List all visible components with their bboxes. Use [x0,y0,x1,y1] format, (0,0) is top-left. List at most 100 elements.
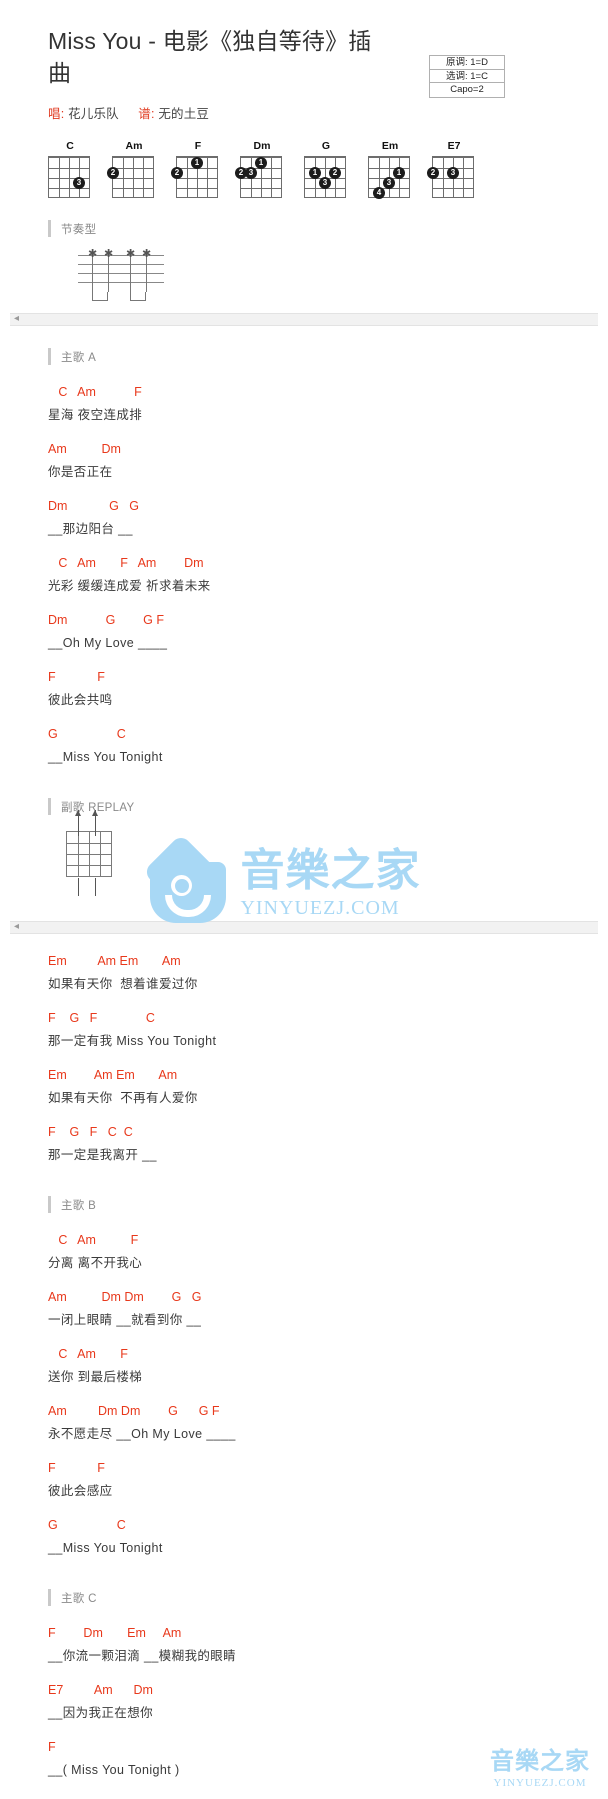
finger-dot: 2 [427,167,439,180]
lyric-line: __Miss You Tonight [48,750,163,765]
chord-line: C Am F [48,1233,139,1248]
chord-diagram-g: G 123 [304,140,348,199]
chord-diagram-am: Am 2 [107,140,156,199]
fretboard-grid: 23 [427,156,474,199]
lyric-line: 如果有天你 想着谁爱过你 [48,977,198,992]
finger-dot: 2 [329,167,341,180]
lyric-line: 光彩 缓缓连成爱 祈求着未来 [48,579,211,594]
fretboard-grid: 134 [368,156,410,200]
section-accent-bar [48,1196,51,1214]
chorus-strum-diagram [0,810,608,897]
finger-dot: 4 [373,187,385,200]
chord-line: F G F C [48,1011,155,1026]
finger-dot: 3 [447,167,459,180]
lyric-line: 送你 到最后楼梯 [48,1370,143,1385]
lyric-line: __那边阳台 __ [48,522,133,537]
chord-line: Am Dm [48,442,121,457]
lyric-line: 彼此会共鸣 [48,693,113,708]
finger-dot: 1 [309,167,321,180]
chord-line: F [48,1740,56,1755]
finger-dot: 3 [383,177,395,190]
byline: 唱: 花儿乐队 谱: 无的土豆 [48,103,560,122]
selected-key-row: 选调: 1=C [430,70,504,83]
chord-line: F F [48,1461,105,1476]
lyric-line: __( Miss You Tonight ) [48,1763,180,1778]
rhythm-pattern: ✱ ✱ ✱ ✱ [0,237,608,302]
lyric-line: 星海 夜空连成排 [48,408,143,423]
chord-diagram-strip: C 3 Am 2 F 2 1 Dm 2 3 1 G 1 2 3 Em 1 3 4 E7 2 3 [0,122,608,200]
chord-name: Am [125,140,143,153]
chord-line: Em Am Em Am [48,1068,178,1083]
lyrics-verse-a: C Am F 星海 夜空连成排 Am Dm 你是否正在 Dm G G __那边阳台 __ … [0,365,608,768]
chord-line: Dm G G [48,499,139,514]
chord-line: F Dm Em Am [48,1626,182,1641]
chord-line: Am Dm Dm G G [48,1290,202,1305]
header: Miss You - 电影《独自等待》插曲 唱: 花儿乐队 谱: 无的土豆 原调… [0,0,608,122]
strum-arrow-up-2 [92,810,98,837]
singer-tag: 唱: [48,107,65,122]
chord-line: C Am F [48,1347,128,1362]
fretboard-grid: 231 [235,156,282,199]
chord-name: Em [381,140,399,153]
section-label-verse-a: 主歌 A [0,348,608,366]
chord-line: F F [48,670,105,685]
horizontal-scrollbar-1[interactable] [10,313,598,327]
chord-line: E7 Am Dm [48,1683,153,1698]
fretboard-grid: 2 [107,156,154,199]
chord-name: G [321,140,331,153]
lyrics-verse-b: C Am F 分离 离不开我心 Am Dm Dm G G 一闭上眼睛 __就看到你 _… [0,1213,608,1559]
section-title: 主歌 A [61,351,97,364]
lyric-line: __Miss You Tonight [48,1541,163,1556]
lyric-line: 你是否正在 [48,465,113,480]
chord-diagram-e7: E7 2 3 [427,140,476,199]
rhythm-staff: ✱ ✱ ✱ ✱ [78,248,164,302]
section-label-verse-b: 主歌 B [0,1196,608,1214]
finger-dot: 1 [191,157,203,170]
chord-diagram-c: C3 [48,140,92,199]
chord-diagram-f: F 21 [171,140,220,199]
lyric-line: __Oh My Love ____ [48,636,168,651]
lyric-line: 分离 离不开我心 [48,1256,143,1271]
singer-name: 花儿乐队 [68,107,119,122]
watermark-en: YINYUEZJ.COM [240,896,400,919]
chord-line: G C [48,1518,126,1533]
finger-dot: 2 [107,167,119,180]
fretboard-grid: 21 [171,156,218,199]
section-title: 节奏型 [61,223,97,236]
finger-dot: 2 [171,167,183,180]
strum-arrow-up-1 [75,810,81,837]
lyrics-verse-c: F Dm Em Am __你流一颗泪滴 __模糊我的眼睛 E7 Am Dm __因为我… [0,1606,608,1781]
lyrics-chorus: Em Am Em Am 如果有天你 想着谁爱过你 F G F C 那一定有我 Miss… [0,934,608,1166]
lyric-line: 那一定是我离开 __ [48,1148,157,1163]
chord-line: C Am F Am Dm [48,556,204,571]
section-title: 主歌 B [61,1199,97,1212]
lyric-line: 彼此会感应 [48,1484,113,1499]
section-accent-bar [48,798,51,816]
finger-dot: 1 [393,167,405,180]
fretboard-grid: 3 [48,156,90,199]
fretboard-grid: 123 [304,156,346,199]
finger-dot: 3 [245,167,257,180]
original-key-row: 原调: 1=D [430,56,504,70]
section-accent-bar [48,1589,51,1607]
chord-line: Em Am Em Am [48,954,181,969]
mini-fretboard [66,810,112,897]
key-info-box: 原调: 1=D 选调: 1=C Capo=2 [429,55,505,98]
horizontal-scrollbar-2[interactable] [10,921,598,935]
finger-dot: 1 [255,157,267,170]
chord-line: C Am F [48,385,142,400]
chord-line: Am Dm Dm G G F [48,1404,220,1419]
finger-dot: 3 [319,177,331,190]
section-accent-bar [48,348,51,366]
chord-line: F G F C C [48,1125,133,1140]
section-title: 主歌 C [61,1592,97,1605]
chord-diagram-em: Em 1 3 4 [368,140,412,200]
chord-line: Dm G G F [48,613,164,628]
chord-diagram-dm: Dm 2 3 1 [235,140,284,199]
section-label-verse-c: 主歌 C [0,1589,608,1607]
chord-name: C [66,140,74,153]
arranger-tag: 谱: [138,107,155,122]
sheet-music-page: Miss You - 电影《独自等待》插曲 唱: 花儿乐队 谱: 无的土豆 原调… [0,0,608,1799]
lyric-line: 永不愿走尽 __Oh My Love ____ [48,1427,236,1442]
arranger-name: 无的土豆 [158,107,210,122]
